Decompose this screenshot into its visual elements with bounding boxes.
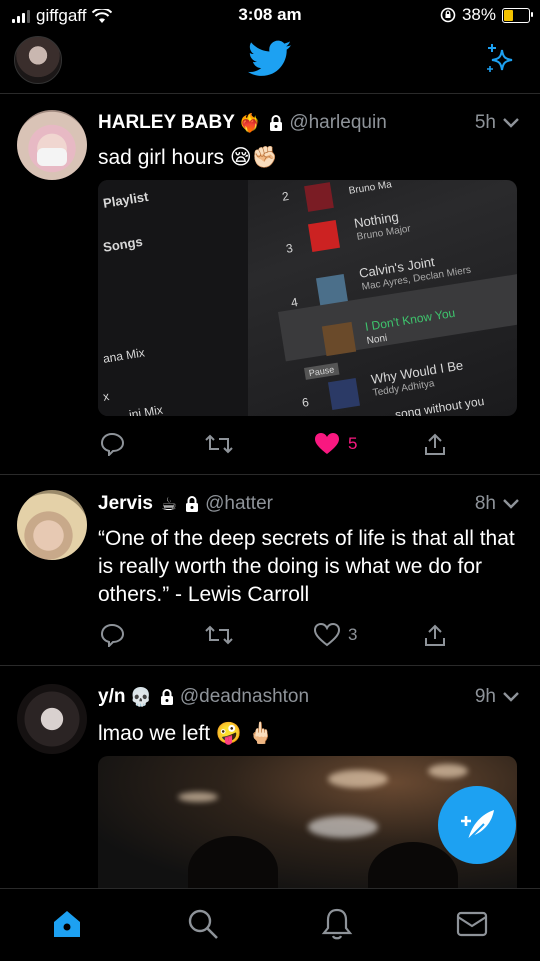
media-text: Bruno Ma bbox=[348, 180, 393, 197]
retweet-button[interactable] bbox=[204, 623, 234, 647]
light-blur bbox=[308, 816, 378, 838]
share-button[interactable] bbox=[424, 623, 446, 647]
handle[interactable]: @hatter bbox=[205, 493, 273, 515]
tweet-header: HARLEY BABY ❤️‍🔥 @harlequin 5h bbox=[98, 112, 520, 134]
tweet-header: y/n 💀 @deadnashton 9h bbox=[98, 686, 520, 708]
orientation-lock-icon bbox=[440, 7, 456, 23]
tweet-text: sad girl hours 😪✊🏻 bbox=[98, 146, 278, 169]
tweet-time: 8h bbox=[475, 493, 520, 515]
sparkle-icon[interactable] bbox=[484, 42, 518, 76]
reply-button[interactable] bbox=[100, 623, 126, 647]
chevron-down-icon[interactable] bbox=[502, 691, 520, 703]
media-thumb bbox=[327, 377, 361, 411]
tweet[interactable]: HARLEY BABY ❤️‍🔥 @harlequin 5h sad girl … bbox=[0, 94, 540, 474]
display-name[interactable]: Jervis bbox=[98, 493, 153, 515]
lock-icon bbox=[270, 114, 283, 131]
name-emoji: 💀 bbox=[129, 686, 152, 707]
handle[interactable]: @harlequin bbox=[289, 112, 386, 134]
light-blur bbox=[428, 764, 468, 778]
media-sidebar bbox=[98, 180, 248, 416]
top-nav bbox=[0, 32, 540, 92]
silhouette bbox=[188, 836, 278, 888]
name-emoji: ☕ bbox=[160, 493, 178, 514]
media-text: song without you bbox=[394, 393, 486, 416]
reply-icon bbox=[100, 432, 125, 456]
tab-bar bbox=[0, 888, 540, 961]
display-name[interactable]: HARLEY BABY bbox=[98, 112, 235, 134]
retweet-button[interactable] bbox=[204, 432, 234, 456]
media-thumb bbox=[321, 321, 357, 357]
tweet-header: Jervis ☕ @hatter 8h bbox=[98, 493, 520, 515]
tweet-media-image[interactable]: Playlist Songs ana Mix x ini Mix 2 3 4 6… bbox=[98, 180, 517, 416]
like-count: 5 bbox=[348, 434, 358, 453]
lock-icon bbox=[186, 495, 199, 512]
tweet-actions: 3 bbox=[98, 623, 448, 653]
heart-filled-icon bbox=[315, 433, 339, 454]
share-button[interactable] bbox=[424, 432, 446, 456]
twitter-bird-icon[interactable] bbox=[248, 40, 292, 78]
status-right: 38% bbox=[440, 5, 533, 25]
light-blur bbox=[178, 792, 218, 802]
tweet-text: lmao we left 🤪 🖕🏻 bbox=[98, 722, 275, 745]
share-icon bbox=[425, 624, 445, 646]
status-bar: giffgaff 3:08 am 38% bbox=[0, 0, 540, 32]
media-text: 2 bbox=[281, 188, 290, 204]
tweet-time: 9h bbox=[475, 686, 520, 708]
chevron-down-icon[interactable] bbox=[502, 498, 520, 510]
time-label: 5h bbox=[474, 112, 496, 133]
share-icon bbox=[425, 433, 445, 455]
avatar[interactable] bbox=[17, 110, 87, 180]
like-count: 3 bbox=[348, 625, 358, 644]
tweet-actions: 5 bbox=[98, 432, 448, 462]
home-icon[interactable] bbox=[50, 907, 84, 941]
avatar[interactable] bbox=[17, 684, 87, 754]
tweet[interactable]: Jervis ☕ @hatter 8h “One of the deep sec… bbox=[0, 475, 540, 665]
like-button[interactable]: 3 bbox=[314, 623, 357, 647]
time-label: 8h bbox=[474, 493, 496, 514]
time-label: 9h bbox=[474, 686, 496, 707]
media-text: 3 bbox=[285, 240, 294, 256]
media-text: 4 bbox=[290, 294, 299, 310]
avatar[interactable] bbox=[17, 490, 87, 560]
light-blur bbox=[328, 770, 388, 788]
reply-button[interactable] bbox=[100, 432, 126, 456]
lock-icon bbox=[160, 688, 173, 705]
display-name[interactable]: y/n bbox=[98, 686, 125, 708]
retweet-icon bbox=[205, 434, 233, 454]
messages-icon[interactable] bbox=[455, 907, 489, 941]
media-thumb bbox=[304, 182, 334, 212]
search-icon[interactable] bbox=[186, 907, 220, 941]
battery-icon bbox=[502, 7, 533, 23]
media-thumb bbox=[307, 219, 341, 253]
notifications-icon[interactable] bbox=[320, 907, 354, 941]
compose-tweet-button[interactable] bbox=[438, 786, 516, 864]
feather-plus-icon bbox=[461, 810, 494, 841]
tweet-text: “One of the deep secrets of life is that… bbox=[98, 527, 515, 606]
like-button[interactable]: 5 bbox=[314, 432, 357, 456]
heart-outline-icon bbox=[314, 623, 340, 647]
tweet-time: 5h bbox=[475, 112, 520, 134]
name-emoji: ❤️‍🔥 bbox=[238, 112, 262, 133]
media-text: Pause bbox=[304, 362, 339, 380]
handle[interactable]: @deadnashton bbox=[180, 686, 309, 708]
retweet-icon bbox=[205, 625, 233, 645]
chevron-down-icon[interactable] bbox=[502, 117, 520, 129]
media-text: 6 bbox=[301, 394, 310, 410]
profile-avatar-button[interactable] bbox=[14, 36, 62, 84]
battery-percent: 38% bbox=[461, 5, 496, 24]
reply-icon bbox=[100, 623, 125, 647]
